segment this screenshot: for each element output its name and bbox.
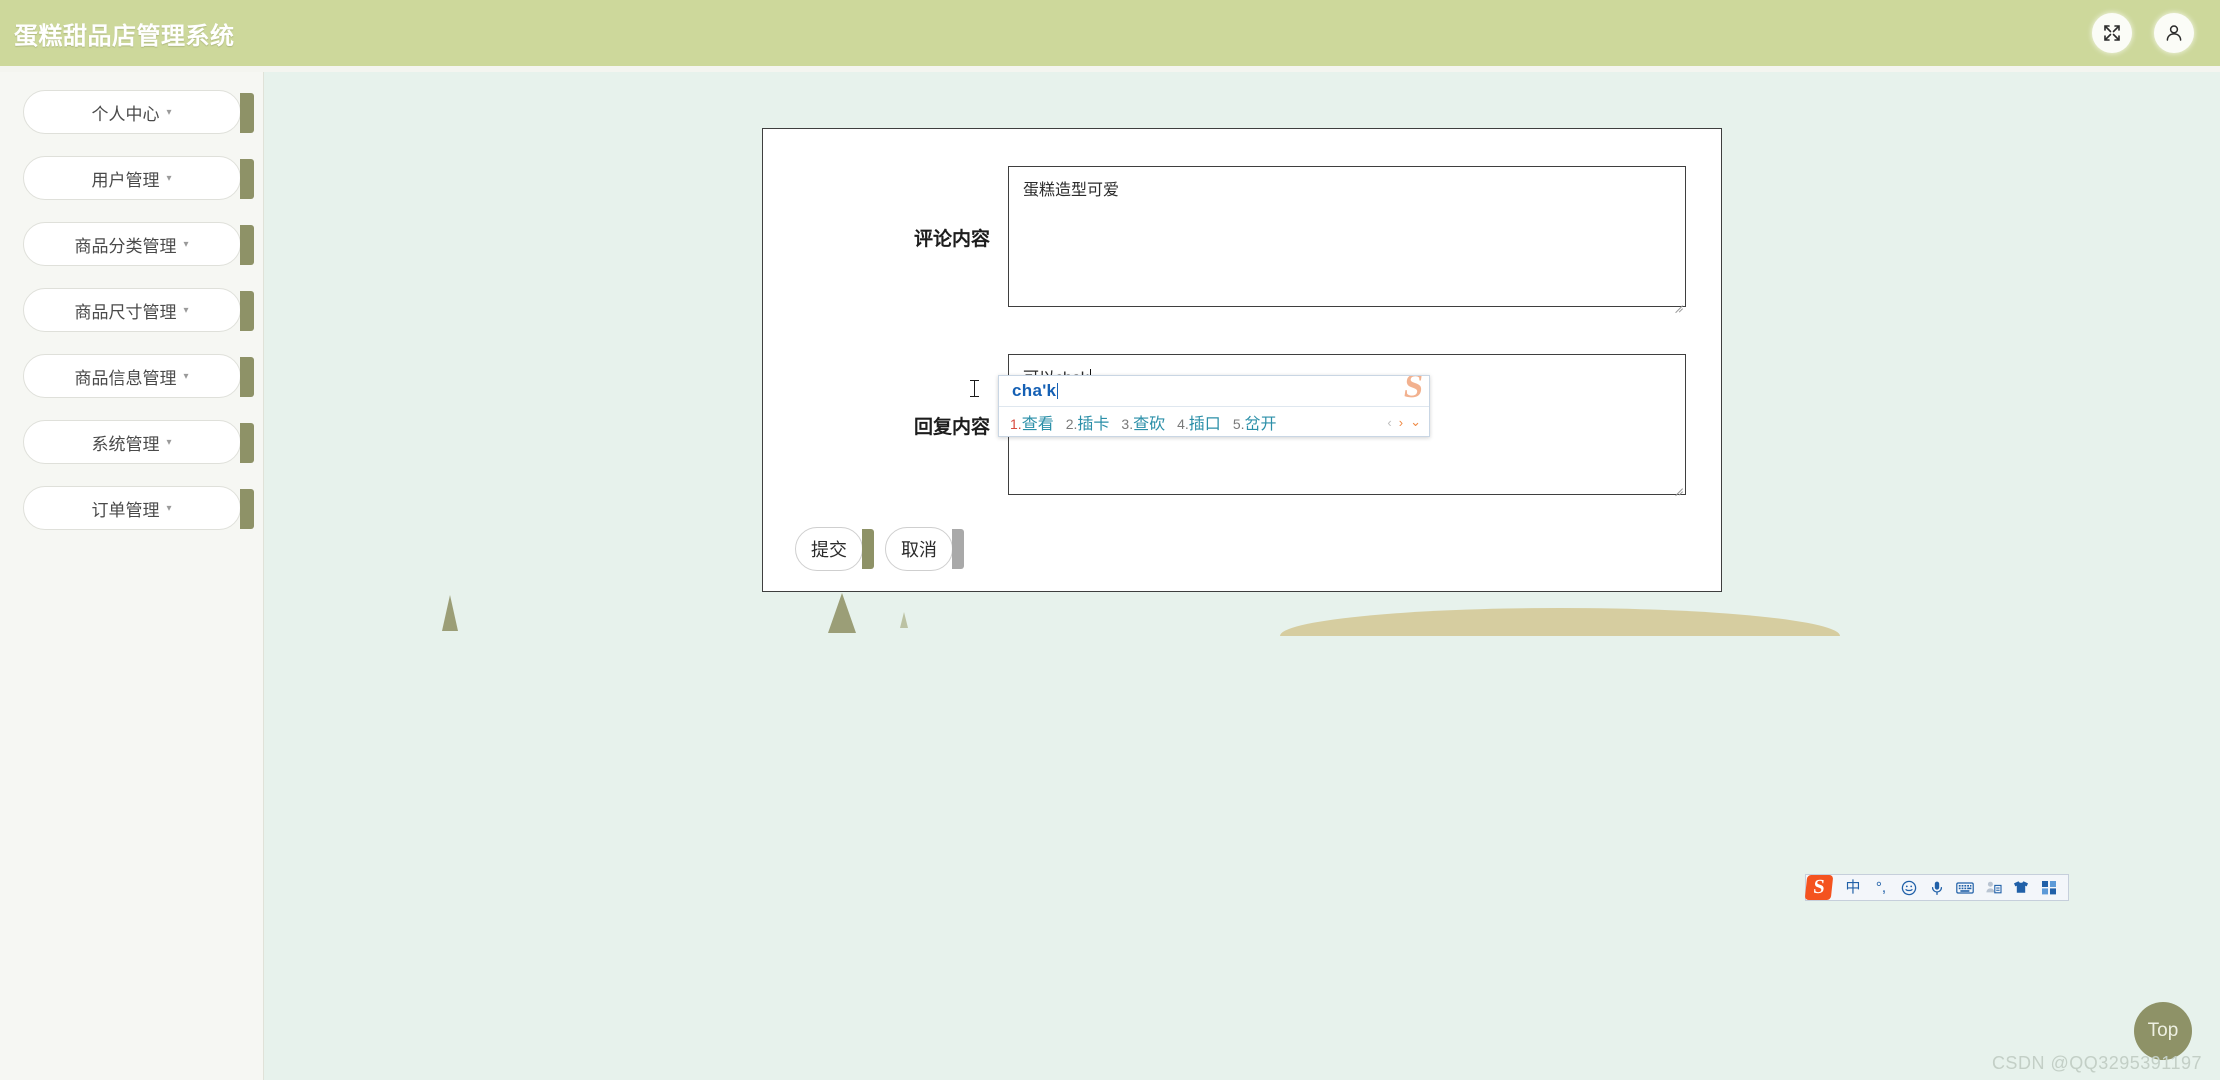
comment-textarea[interactable] — [1008, 166, 1686, 307]
sidebar-item-system-management[interactable]: 系统管理 ▾ — [23, 420, 241, 464]
sidebar-item-accent — [240, 225, 254, 265]
ime-emoji-button[interactable] — [1900, 880, 1918, 896]
csdn-watermark: CSDN @QQ3295391197 — [1992, 1053, 2202, 1074]
sidebar-item-label: 用户管理 — [91, 166, 159, 191]
ime-candidate-word: 查砍 — [1133, 416, 1165, 433]
tree-decoration — [828, 593, 856, 633]
ime-candidate-index: 4. — [1177, 416, 1189, 432]
ime-skin-button[interactable] — [2012, 880, 2030, 895]
chevron-down-icon: ▾ — [166, 504, 171, 514]
skin-shirt-icon — [2013, 880, 2029, 895]
sidebar-item-personal-center[interactable]: 个人中心 ▾ — [23, 90, 241, 134]
soft-keyboard-icon — [1956, 881, 1974, 895]
sidebar-item-user-management[interactable]: 用户管理 ▾ — [23, 156, 241, 200]
sidebar-item-order-management[interactable]: 订单管理 ▾ — [23, 486, 241, 530]
tree-decoration — [442, 595, 458, 631]
submit-button[interactable]: 提交 — [795, 527, 863, 571]
chevron-down-icon: ▾ — [183, 240, 188, 250]
chevron-down-icon: ▾ — [166, 174, 171, 184]
app-header: 蛋糕甜品店管理系统 — [0, 0, 2220, 66]
ime-language-mode-button[interactable]: 中 — [1844, 880, 1862, 895]
toolbox-grid-icon — [2041, 880, 2057, 895]
app-title: 蛋糕甜品店管理系统 — [14, 16, 235, 51]
ime-pinyin-text: cha'k — [1012, 381, 1056, 401]
sidebar-item-label: 订单管理 — [91, 496, 159, 521]
comment-textarea-wrap — [1008, 166, 1686, 312]
tree-decoration — [900, 612, 908, 628]
scroll-to-top-button[interactable]: Top — [2134, 1002, 2192, 1060]
sidebar-item-accent — [240, 291, 254, 331]
chevron-down-icon: ▾ — [166, 438, 171, 448]
sidebar-item-product-info-management[interactable]: 商品信息管理 ▾ — [23, 354, 241, 398]
ime-punctuation-button[interactable]: °, — [1872, 880, 1890, 895]
comment-reply-form: 评论内容 回复内容 可以chak 提交 取消 — [762, 128, 1722, 592]
sogou-logo-watermark-icon: S — [1402, 375, 1426, 404]
chevron-down-icon: ▾ — [183, 372, 188, 382]
ime-candidate-index: 5. — [1233, 416, 1245, 432]
sidebar-item-product-size-management[interactable]: 商品尺寸管理 ▾ — [23, 288, 241, 332]
submit-button-label: 提交 — [811, 536, 847, 562]
submit-button-accent — [862, 529, 874, 569]
scroll-to-top-label: Top — [2148, 1020, 2179, 1042]
comment-field-row: 评论内容 — [763, 166, 1721, 312]
ime-candidate-index: 1. — [1010, 416, 1022, 432]
ime-status-bar[interactable]: S 中 °, — [1805, 874, 2069, 901]
ime-candidate-2[interactable]: 2.插卡 — [1066, 410, 1110, 434]
sidebar-item-label: 商品信息管理 — [74, 364, 176, 389]
ime-candidate-word: 岔开 — [1245, 416, 1277, 433]
ime-candidate-4[interactable]: 4.插口 — [1177, 410, 1221, 434]
ime-expand-icon[interactable]: ⌄ — [1410, 414, 1421, 430]
ime-composition-row: cha'k S — [999, 376, 1429, 407]
ime-candidate-word: 插卡 — [1077, 416, 1109, 433]
cancel-button-label: 取消 — [901, 536, 937, 562]
ime-toolbox-button[interactable] — [2040, 880, 2058, 895]
form-actions: 提交 取消 — [763, 527, 1721, 571]
sidebar-item-accent — [240, 357, 254, 397]
sidebar-item-accent — [240, 159, 254, 199]
ime-candidate-5[interactable]: 5.岔开 — [1233, 410, 1277, 434]
sidebar-item-label: 商品分类管理 — [74, 232, 176, 257]
header-actions — [2092, 13, 2194, 53]
ime-candidate-word: 插口 — [1189, 416, 1221, 433]
ime-voice-input-button[interactable] — [1928, 880, 1946, 896]
sidebar-item-accent — [240, 489, 254, 529]
comment-label: 评论内容 — [763, 166, 1008, 251]
cancel-button-accent — [952, 529, 964, 569]
ime-candidate-3[interactable]: 3.查砍 — [1121, 410, 1165, 434]
header-divider — [0, 66, 2220, 72]
sidebar-item-accent — [240, 93, 254, 133]
ime-next-page-icon[interactable]: › — [1399, 415, 1403, 430]
ime-caret — [1057, 383, 1058, 399]
ime-nav-controls: ‹ › ⌄ — [1387, 414, 1421, 430]
ime-candidate-1[interactable]: 1.查看 — [1010, 410, 1054, 434]
hill-decoration — [1280, 608, 1840, 636]
sidebar-item-label: 系统管理 — [91, 430, 159, 455]
cancel-button[interactable]: 取消 — [885, 527, 953, 571]
ime-candidate-word: 查看 — [1022, 416, 1054, 433]
user-menu-button[interactable] — [2154, 13, 2194, 53]
ime-soft-keyboard-button[interactable] — [1956, 881, 1974, 895]
sidebar-item-label: 商品尺寸管理 — [74, 298, 176, 323]
ime-candidate-index: 3. — [1121, 416, 1133, 432]
handwriting-icon — [1985, 880, 2002, 895]
fullscreen-button[interactable] — [2092, 13, 2132, 53]
ime-candidate-popup[interactable]: cha'k S 1.查看 2.插卡 3.查砍 4.插口 5.岔开 ‹ › ⌄ — [998, 375, 1430, 437]
sidebar-item-label: 个人中心 — [91, 100, 159, 125]
sogou-logo-icon[interactable]: S — [1805, 875, 1834, 900]
mouse-ibeam-cursor — [970, 379, 980, 399]
chevron-down-icon: ▾ — [183, 306, 188, 316]
ime-candidate-list: 1.查看 2.插卡 3.查砍 4.插口 5.岔开 ‹ › ⌄ — [999, 407, 1429, 437]
sidebar-item-product-category-management[interactable]: 商品分类管理 ▾ — [23, 222, 241, 266]
expand-arrows-icon — [2102, 23, 2122, 43]
user-avatar-icon — [2164, 23, 2184, 43]
microphone-icon — [1929, 880, 1945, 896]
chevron-down-icon: ▾ — [166, 108, 171, 118]
smiley-icon — [1901, 880, 1917, 896]
ime-candidate-index: 2. — [1066, 416, 1078, 432]
ime-prev-page-icon[interactable]: ‹ — [1387, 415, 1391, 430]
sidebar-item-accent — [240, 423, 254, 463]
ime-handwriting-button[interactable] — [1984, 880, 2002, 895]
sidebar: 个人中心 ▾ 用户管理 ▾ 商品分类管理 ▾ 商品尺寸管理 ▾ 商品信息管理 ▾… — [0, 72, 264, 1080]
